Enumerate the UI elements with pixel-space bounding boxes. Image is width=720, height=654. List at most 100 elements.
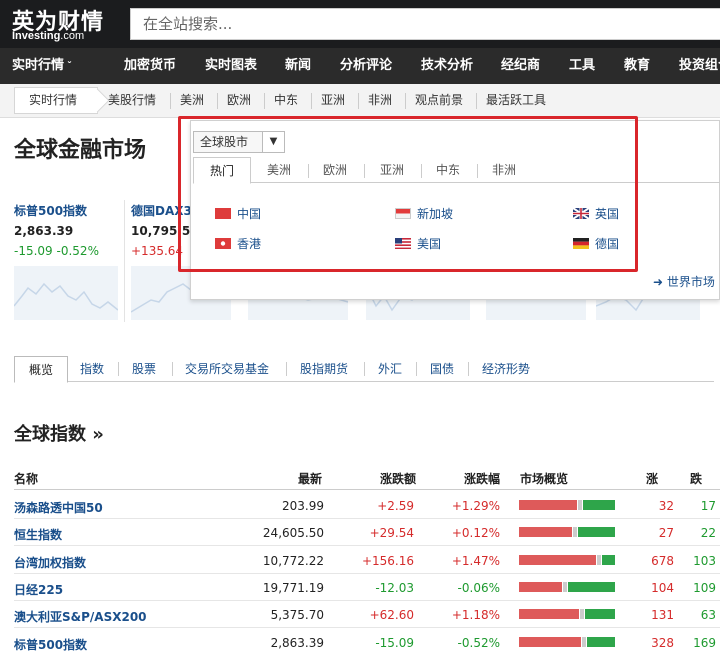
section-tab-bonds[interactable]: 国债	[430, 356, 454, 382]
section-tab-index-futures[interactable]: 股指期货	[300, 356, 348, 382]
tile-name: 德国DAX3	[131, 204, 192, 218]
cell-name[interactable]: 标普500指数	[14, 636, 87, 653]
cell-name[interactable]: 汤森路透中国50	[14, 499, 103, 516]
region-tab-americas[interactable]: 美洲	[267, 157, 291, 183]
main-nav-item-technical[interactable]: 技术分析	[421, 48, 473, 84]
section-tab-indices[interactable]: 指数	[80, 356, 104, 382]
divider	[118, 362, 119, 376]
cell-advancers: 32	[658, 499, 674, 513]
cell-change-pct: +1.47%	[451, 553, 500, 568]
section-tab-forex[interactable]: 外汇	[378, 356, 402, 382]
main-nav-item-markets[interactable]: 实时行情 ˇ	[12, 48, 72, 84]
market-overview-bar	[519, 609, 615, 620]
section-tab-etfs[interactable]: 交易所交易基金	[185, 356, 269, 382]
table-row[interactable]: 台湾加权指数 10,772.22 +156.16 +1.47% 678 103	[14, 547, 720, 574]
tile-change-abs: -15.09	[14, 244, 53, 258]
cell-decliners: 103	[693, 553, 716, 568]
market-select[interactable]: 全球股市 ▼	[193, 131, 285, 153]
section-tab-economy[interactable]: 经济形势	[482, 356, 530, 382]
region-tab-asia[interactable]: 亚洲	[380, 157, 404, 183]
main-nav-item-charts[interactable]: 实时图表	[205, 48, 257, 84]
country-name: 德国	[595, 237, 620, 251]
cell-advancers: 27	[658, 526, 674, 541]
sub-nav-item-middle-east[interactable]: 中东	[274, 84, 298, 117]
tile-change-pct: -0.52%	[56, 244, 99, 258]
main-nav-item-news[interactable]: 新闻	[285, 48, 311, 84]
cn-flag-icon	[215, 208, 231, 219]
market-selector-popup: 全球股市 ▼ 热门 美洲 欧洲 亚洲 中东 非洲 中国 新加坡 英国 香港 美国…	[190, 120, 720, 300]
main-nav-item-crypto[interactable]: 加密货币	[124, 48, 176, 84]
unchanged-bar	[563, 581, 567, 592]
chevron-down-icon[interactable]: ▼	[262, 132, 284, 152]
advancers-bar	[519, 554, 596, 565]
country-link-hongkong[interactable]: 香港	[215, 235, 261, 252]
table-row[interactable]: 澳大利亚S&P/ASX200 5,375.70 +62.60 +1.18% 131 63	[14, 601, 720, 629]
main-nav-item-portfolio[interactable]: 投资组合	[679, 48, 720, 84]
cell-decliners: 109	[693, 580, 716, 595]
tile-value: 10,795.53	[131, 224, 199, 238]
sub-nav-item-markets[interactable]: 实时行情	[14, 87, 98, 114]
col-change-pct: 涨跌幅	[464, 472, 501, 486]
country-link-singapore[interactable]: 新加坡	[395, 205, 453, 222]
cell-decliners: 169	[693, 635, 716, 650]
cell-name[interactable]: 台湾加权指数	[14, 554, 86, 571]
sub-nav-item-europe[interactable]: 欧洲	[227, 84, 251, 117]
sub-nav-item-africa[interactable]: 非洲	[368, 84, 392, 117]
cell-advancers: 328	[651, 635, 674, 650]
main-nav-item-education[interactable]: 教育	[624, 48, 650, 84]
cell-change: +62.60	[369, 608, 414, 623]
region-tab-europe[interactable]: 欧洲	[323, 157, 347, 183]
cell-name[interactable]: 日经225	[14, 581, 63, 598]
country-link-china[interactable]: 中国	[215, 205, 261, 222]
search-box	[130, 8, 720, 40]
index-tile[interactable]: 标普500指数 2,863.39 -15.09 -0.52%	[14, 200, 122, 322]
region-tabs: 热门 美洲 欧洲 亚洲 中东 非洲	[193, 157, 720, 184]
world-markets-link[interactable]: ➜ 世界市场	[653, 273, 715, 290]
country-link-usa[interactable]: 美国	[395, 235, 441, 252]
country-link-uk[interactable]: 英国	[573, 205, 619, 222]
advancers-bar	[519, 500, 577, 510]
main-nav-item-analysis[interactable]: 分析评论	[340, 48, 392, 84]
table-row[interactable]: 标普500指数 2,863.39 -15.09 -0.52% 328 169	[14, 629, 720, 654]
sub-nav-item-most-active[interactable]: 最活跃工具	[486, 84, 546, 117]
cell-name[interactable]: 恒生指数	[14, 526, 62, 543]
cell-change: +2.59	[377, 499, 414, 513]
section-heading[interactable]: 全球指数 »	[14, 420, 104, 446]
search-input[interactable]	[131, 9, 720, 39]
country-link-germany[interactable]: 德国	[573, 235, 619, 252]
divider	[476, 93, 477, 109]
sub-nav-item-asia[interactable]: 亚洲	[321, 84, 345, 117]
region-tab-popular[interactable]: 热门	[193, 157, 251, 184]
cell-advancers: 104	[651, 580, 674, 595]
logo[interactable]: 英为财情 Investing.com	[12, 4, 122, 44]
cell-name[interactable]: 澳大利亚S&P/ASX200	[14, 608, 147, 625]
sub-nav-item-us-stocks[interactable]: 美股行情	[108, 84, 156, 117]
main-nav-item-tools[interactable]: 工具	[569, 48, 595, 84]
sub-nav-item-americas[interactable]: 美洲	[180, 84, 204, 117]
section-tab-overview[interactable]: 概览	[14, 356, 68, 383]
divider	[477, 164, 478, 178]
divider	[311, 93, 312, 109]
col-up: 涨	[646, 472, 659, 486]
cell-change: -15.09	[375, 635, 414, 650]
region-tab-middle-east[interactable]: 中东	[436, 157, 460, 183]
market-overview-bar	[519, 500, 615, 510]
table-row[interactable]: 汤森路透中国50 203.99 +2.59 +1.29% 32 17	[14, 492, 720, 519]
logo-en-domain: .com	[60, 30, 85, 42]
col-change: 涨跌额	[380, 472, 417, 486]
col-name: 名称	[14, 472, 39, 486]
sub-nav-label: 实时行情	[29, 93, 78, 107]
cell-change-pct: +0.12%	[451, 526, 500, 541]
country-name: 香港	[237, 237, 262, 251]
table-row[interactable]: 恒生指数 24,605.50 +29.54 +0.12% 27 22	[14, 519, 720, 547]
cell-advancers: 678	[651, 553, 674, 568]
col-overview: 市场概览	[520, 472, 569, 486]
cell-last: 2,863.39	[270, 635, 324, 650]
market-overview-bar	[519, 554, 615, 565]
region-tab-africa[interactable]: 非洲	[492, 157, 516, 183]
section-tab-stocks[interactable]: 股票	[132, 356, 156, 382]
sub-nav-item-outlook[interactable]: 观点前景	[415, 84, 463, 117]
divider	[358, 93, 359, 109]
main-nav-item-brokers[interactable]: 经纪商	[501, 48, 540, 84]
table-row[interactable]: 日经225 19,771.19 -12.03 -0.06% 104 109	[14, 574, 720, 601]
